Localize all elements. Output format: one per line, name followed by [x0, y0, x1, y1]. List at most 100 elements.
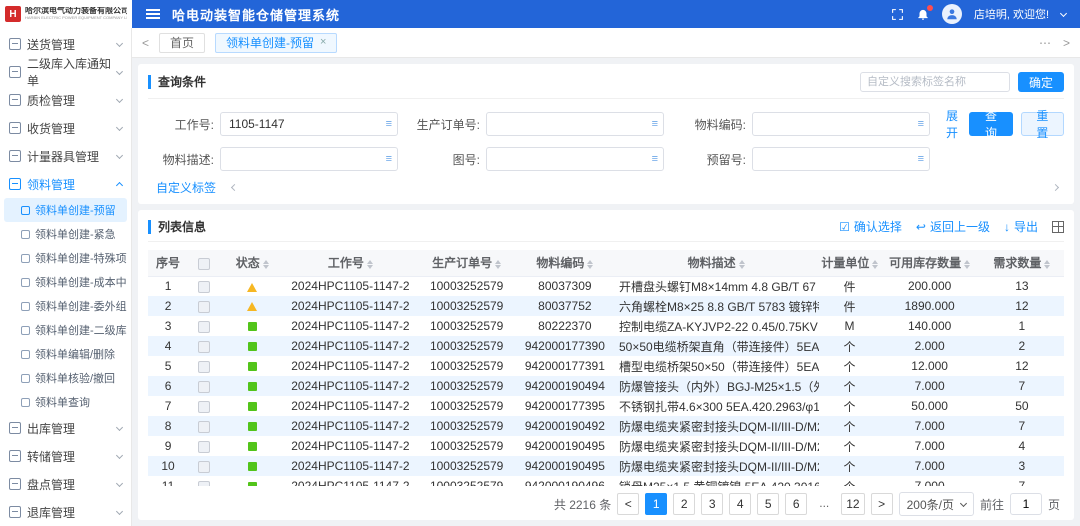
row-checkbox[interactable]	[198, 321, 210, 333]
reset-button[interactable]: 重置	[1021, 112, 1064, 136]
tags-scroll-right-icon[interactable]	[1052, 184, 1059, 191]
sidebar-item[interactable]: 质检管理	[0, 86, 131, 114]
filter-icon[interactable]: ≡	[386, 153, 392, 165]
column-header[interactable]: 计量单位	[819, 250, 879, 276]
tab-material-request-reserve[interactable]: 领料单创建-预留 ×	[215, 33, 337, 53]
sort-icon[interactable]	[872, 260, 878, 269]
confirm-select-button[interactable]: ☑ 确认选择	[839, 218, 902, 235]
notification-bell-icon[interactable]	[916, 7, 930, 21]
sort-icon[interactable]	[739, 260, 745, 269]
table-row[interactable]: 112024HPC1105-1147-210003252579942000190…	[148, 476, 1064, 486]
sidebar-subitem[interactable]: 领料单创建-特殊项目	[4, 246, 127, 270]
fullscreen-icon[interactable]	[891, 8, 904, 21]
column-header[interactable]: 物料编码	[517, 250, 613, 276]
tabs-scroll-right-icon[interactable]: >	[1063, 36, 1070, 50]
column-header[interactable]: 工作号	[284, 250, 416, 276]
table-row[interactable]: 12024HPC1105-1147-21000325257980037309开槽…	[148, 276, 1064, 296]
table-row[interactable]: 62024HPC1105-1147-2100032525799420001904…	[148, 376, 1064, 396]
page-button[interactable]: 5	[757, 493, 779, 515]
sidebar-subitem[interactable]: 领料单创建-预留	[4, 198, 127, 222]
row-checkbox[interactable]	[198, 421, 210, 433]
filter-icon[interactable]: ≡	[918, 153, 924, 165]
row-checkbox[interactable]	[198, 361, 210, 373]
back-button[interactable]: ↩ 返回上一级	[916, 218, 990, 235]
field-input[interactable]: ≡	[752, 112, 930, 136]
row-checkbox[interactable]	[198, 441, 210, 453]
table-row[interactable]: 82024HPC1105-1147-2100032525799420001904…	[148, 416, 1064, 436]
page-button[interactable]: 3	[701, 493, 723, 515]
sidebar-item[interactable]: 领料管理	[0, 170, 131, 198]
row-checkbox[interactable]	[198, 381, 210, 393]
confirm-tag-button[interactable]: 确定	[1018, 72, 1064, 92]
select-all-checkbox[interactable]	[198, 258, 210, 270]
sort-icon[interactable]	[367, 260, 373, 269]
page-button[interactable]: 2	[673, 493, 695, 515]
column-header[interactable]: 可用库存数量	[880, 250, 980, 276]
page-button[interactable]: 4	[729, 493, 751, 515]
goto-page-input[interactable]	[1010, 493, 1042, 515]
prev-page-button[interactable]: <	[617, 493, 639, 515]
sidebar-subitem[interactable]: 领料单创建-紧急	[4, 222, 127, 246]
sidebar-subitem[interactable]: 领料单核验/撤回	[4, 366, 127, 390]
column-header[interactable]: 状态	[220, 250, 284, 276]
sidebar-subitem[interactable]: 领料单创建-委外组件	[4, 294, 127, 318]
sidebar-item[interactable]: 送货管理	[0, 30, 131, 58]
sort-icon[interactable]	[1044, 260, 1050, 269]
sidebar-item[interactable]: 计量器具管理	[0, 142, 131, 170]
row-checkbox[interactable]	[198, 461, 210, 473]
column-header[interactable]: 生产订单号	[417, 250, 517, 276]
sidebar-item[interactable]: 盘点管理	[0, 470, 131, 498]
sidebar-item[interactable]: 出库管理	[0, 414, 131, 442]
column-header[interactable]: 物料描述	[613, 250, 819, 276]
page-button[interactable]: 1	[645, 493, 667, 515]
search-button[interactable]: 查询	[969, 112, 1012, 136]
custom-tag-link[interactable]: 自定义标签	[156, 179, 216, 196]
table-row[interactable]: 52024HPC1105-1147-2100032525799420001773…	[148, 356, 1064, 376]
sidebar-item[interactable]: 转储管理	[0, 442, 131, 470]
page-size-select[interactable]: 200条/页	[899, 492, 974, 516]
filter-icon[interactable]: ≡	[918, 118, 924, 130]
row-checkbox[interactable]	[198, 301, 210, 313]
user-greeting[interactable]: 店培明, 欢迎您!	[974, 6, 1049, 22]
field-input[interactable]: ≡	[220, 147, 398, 171]
custom-tag-name-input[interactable]	[860, 72, 1010, 92]
tags-scroll-left-icon[interactable]	[231, 184, 238, 191]
sort-icon[interactable]	[263, 260, 269, 269]
sort-icon[interactable]	[587, 260, 593, 269]
sidebar-subitem[interactable]: 领料单编辑/删除	[4, 342, 127, 366]
sidebar-subitem[interactable]: 领料单创建-二级库	[4, 318, 127, 342]
table-row[interactable]: 72024HPC1105-1147-2100032525799420001773…	[148, 396, 1064, 416]
sidebar-subitem[interactable]: 领料单创建-成本中心	[4, 270, 127, 294]
sort-icon[interactable]	[964, 260, 970, 269]
table-row[interactable]: 42024HPC1105-1147-2100032525799420001773…	[148, 336, 1064, 356]
sidebar-item[interactable]: 退库管理	[0, 498, 131, 526]
tabs-scroll-left-icon[interactable]: <	[142, 36, 149, 50]
sidebar-item[interactable]: 收货管理	[0, 114, 131, 142]
page-button[interactable]: 6	[785, 493, 807, 515]
column-settings-icon[interactable]	[1052, 221, 1064, 233]
tab-close-icon[interactable]: ×	[320, 37, 326, 48]
table-row[interactable]: 32024HPC1105-1147-21000325257980222370控制…	[148, 316, 1064, 336]
menu-collapse-icon[interactable]	[146, 13, 160, 15]
filter-icon[interactable]: ≡	[386, 118, 392, 130]
tab-home[interactable]: 首页	[159, 33, 205, 53]
expand-filters-link[interactable]: 展开	[946, 107, 961, 141]
tabs-more-icon[interactable]: ⋯	[1039, 36, 1051, 50]
avatar[interactable]	[942, 4, 962, 24]
filter-icon[interactable]: ≡	[652, 153, 658, 165]
filter-icon[interactable]: ≡	[652, 118, 658, 130]
table-row[interactable]: 92024HPC1105-1147-2100032525799420001904…	[148, 436, 1064, 456]
field-input[interactable]: 1105-1147≡	[220, 112, 398, 136]
sidebar-item[interactable]: 二级库入库通知单	[0, 58, 131, 86]
row-checkbox[interactable]	[198, 401, 210, 413]
next-page-button[interactable]: >	[871, 493, 893, 515]
field-input[interactable]: ≡	[486, 147, 664, 171]
row-checkbox[interactable]	[198, 341, 210, 353]
table-row[interactable]: 22024HPC1105-1147-21000325257980037752六角…	[148, 296, 1064, 316]
export-button[interactable]: ↓ 导出	[1004, 218, 1038, 235]
field-input[interactable]: ≡	[752, 147, 930, 171]
row-checkbox[interactable]	[198, 281, 210, 293]
sort-icon[interactable]	[495, 260, 501, 269]
column-header[interactable]: 需求数量	[980, 250, 1064, 276]
page-button[interactable]: 12	[841, 493, 864, 515]
